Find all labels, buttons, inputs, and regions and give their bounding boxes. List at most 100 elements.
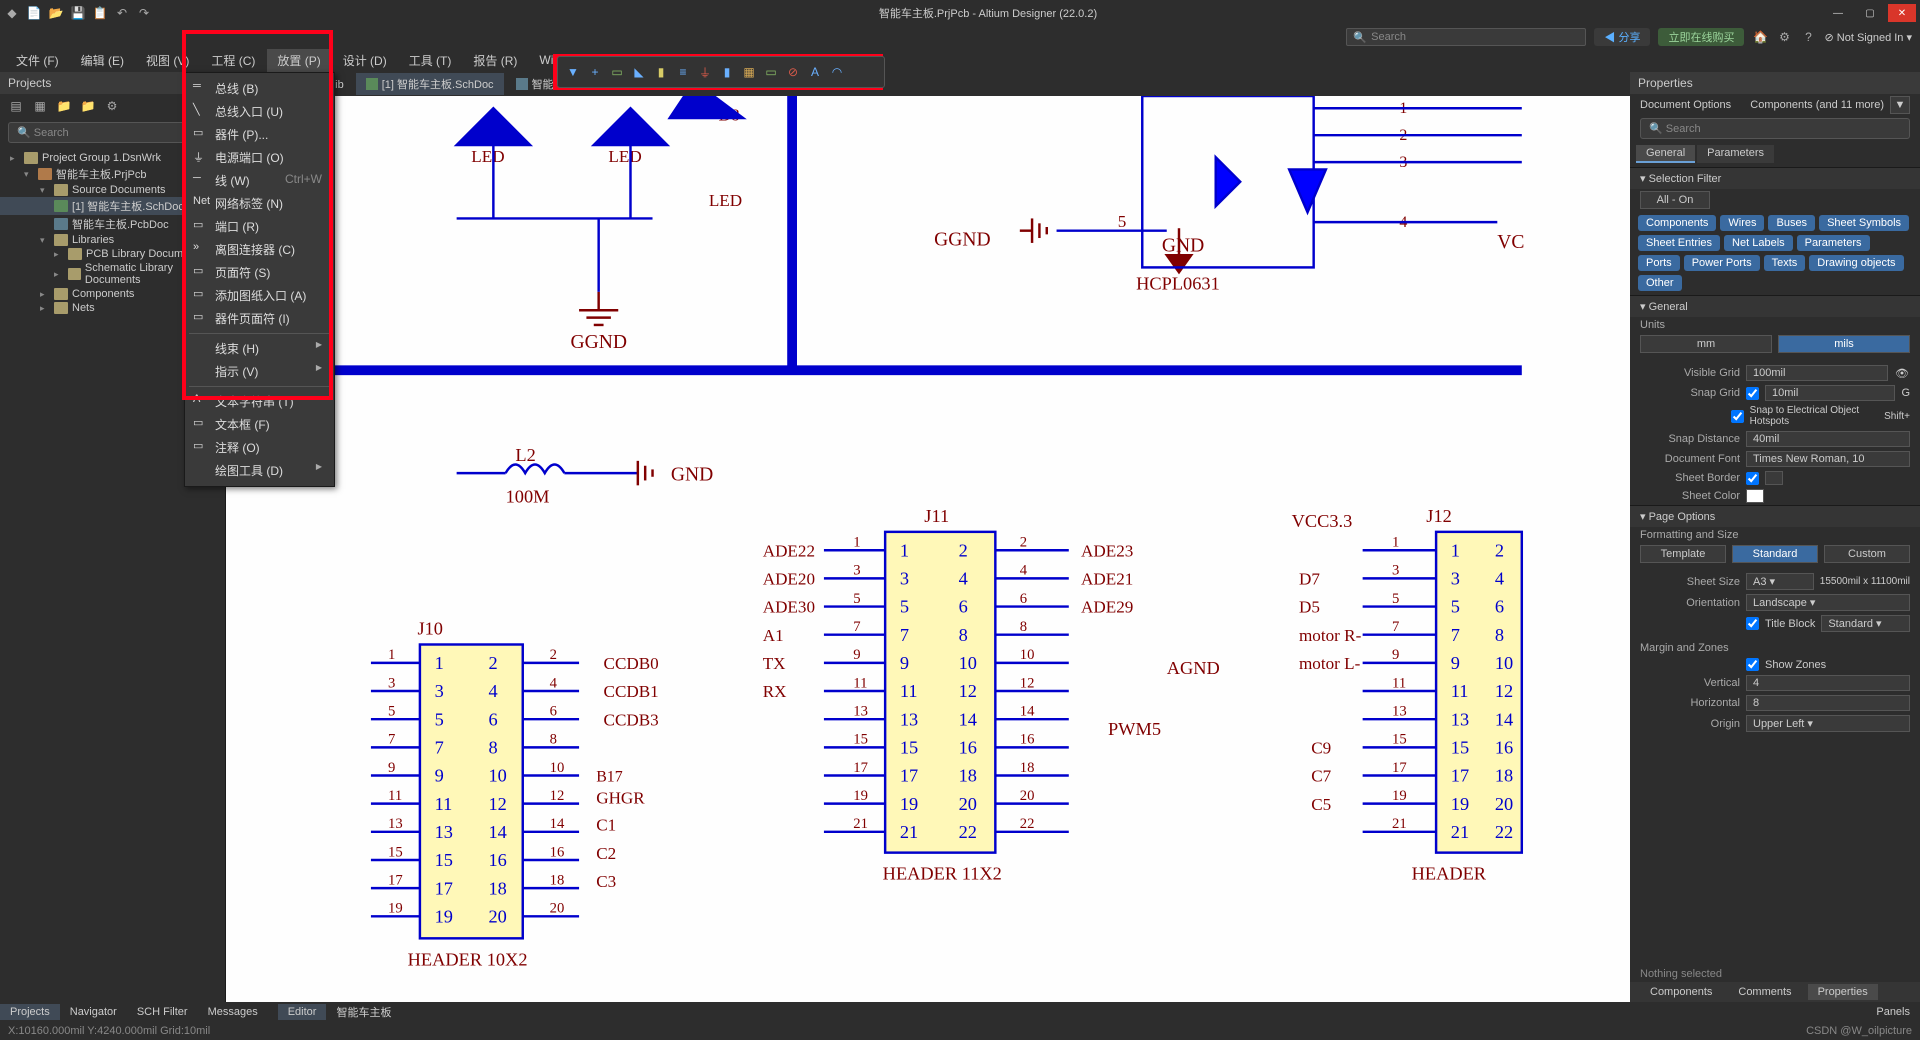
folder2-icon[interactable]: 📁 — [80, 98, 96, 114]
save-icon[interactable]: 💾 — [70, 5, 86, 21]
filter-chip[interactable]: Other — [1638, 275, 1682, 291]
menu-item[interactable]: »离图连接器 (C) — [185, 238, 334, 261]
menu-item[interactable]: ─线 (W)Ctrl+W — [185, 169, 334, 192]
tab-general[interactable]: General — [1636, 145, 1695, 163]
signin-status[interactable]: ⊘ Not Signed In ▾ — [1824, 31, 1912, 44]
menu-report[interactable]: 报告 (R) — [463, 49, 527, 72]
menu-item[interactable]: 线束 (H) — [185, 337, 334, 360]
noerc-icon[interactable]: ⊘ — [784, 63, 802, 81]
menu-item[interactable]: ═总线 (B) — [185, 77, 334, 100]
share-button[interactable]: ◀ 分享 — [1594, 28, 1650, 46]
global-search[interactable]: 🔍Search — [1346, 28, 1586, 46]
filter-chip[interactable]: Sheet Symbols — [1819, 215, 1909, 231]
sec-selfilter[interactable]: ▾ Selection Filter — [1630, 167, 1920, 189]
origin-field[interactable]: Upper Left ▾ — [1746, 715, 1910, 732]
menu-item[interactable]: A文本字符串 (T) — [185, 390, 334, 413]
sb-projects[interactable]: Projects — [0, 1004, 60, 1020]
undo-icon[interactable]: ↶ — [114, 5, 130, 21]
props-search[interactable]: 🔍 Search — [1640, 118, 1910, 139]
snap-grid-field[interactable]: 10mil — [1765, 385, 1895, 401]
menu-tools[interactable]: 工具 (T) — [399, 49, 462, 72]
buy-button[interactable]: 立即在线购买 — [1658, 28, 1744, 46]
maximize-button[interactable]: ▢ — [1856, 4, 1884, 22]
menu-item[interactable]: ⏚电源端口 (O) — [185, 146, 334, 169]
all-on-button[interactable]: All - On — [1640, 191, 1710, 209]
sec-general[interactable]: ▾ General — [1630, 295, 1920, 317]
sb-messages[interactable]: Messages — [198, 1004, 268, 1020]
filter-chip[interactable]: Buses — [1768, 215, 1815, 231]
plus-icon[interactable]: + — [586, 63, 604, 81]
bus-icon[interactable]: ≡ — [674, 63, 692, 81]
filter-toggle[interactable]: ▼ — [1890, 96, 1910, 114]
tab-params[interactable]: Parameters — [1697, 145, 1774, 163]
sheet-size-field[interactable]: A3 ▾ — [1746, 573, 1814, 590]
sec-pageopts[interactable]: ▾ Page Options — [1630, 505, 1920, 527]
menu-item[interactable]: ▭添加图纸入口 (A) — [185, 284, 334, 307]
cog-icon[interactable]: ⚙ — [104, 98, 120, 114]
sb-schfilter[interactable]: SCH Filter — [127, 1004, 198, 1020]
fmt-template[interactable]: Template — [1640, 545, 1726, 563]
units-mm[interactable]: mm — [1640, 335, 1772, 353]
sb-navigator[interactable]: Navigator — [60, 1004, 127, 1020]
filter-icon[interactable]: ▼ — [564, 63, 582, 81]
home-icon[interactable]: 🏠 — [1752, 29, 1768, 45]
sb-doc[interactable]: 智能车主板 — [326, 1002, 401, 1022]
menu-item[interactable]: ▭页面符 (S) — [185, 261, 334, 284]
filter-chip[interactable]: Net Labels — [1724, 235, 1793, 251]
sheet-icon[interactable]: ▭ — [762, 63, 780, 81]
snapelec-check[interactable] — [1731, 410, 1744, 423]
gear-icon[interactable]: ⚙ — [1776, 29, 1792, 45]
arc-icon[interactable]: ◠ — [828, 63, 846, 81]
vert-field[interactable]: 4 — [1746, 675, 1910, 691]
menu-view[interactable]: 视图 (V) — [136, 49, 199, 72]
doc-font-field[interactable]: Times New Roman, 10 — [1746, 451, 1910, 467]
menu-item[interactable]: ╲总线入口 (U) — [185, 100, 334, 123]
menu-item[interactable]: ▭器件 (P)... — [185, 123, 334, 146]
filter-chip[interactable]: Sheet Entries — [1638, 235, 1720, 251]
open-icon[interactable]: 📂 — [48, 5, 64, 21]
filter-chip[interactable]: Drawing objects — [1809, 255, 1903, 271]
filter-chip[interactable]: Components — [1638, 215, 1716, 231]
titleblk-check[interactable] — [1746, 617, 1759, 630]
schematic-canvas[interactable]: D6LED D7LED D8LED GGND GGND — [226, 96, 1630, 1002]
titleblk-field[interactable]: Standard ▾ — [1821, 615, 1910, 632]
menu-design[interactable]: 设计 (D) — [333, 49, 397, 72]
showzones-check[interactable] — [1746, 658, 1759, 671]
menu-project[interactable]: 工程 (C) — [201, 49, 265, 72]
menu-item[interactable]: 绘图工具 (D) — [185, 459, 334, 482]
power-icon[interactable]: ⏚ — [696, 63, 714, 81]
text-icon[interactable]: A — [806, 63, 824, 81]
new-icon[interactable]: 📄 — [26, 5, 42, 21]
label-icon[interactable]: ▮ — [652, 63, 670, 81]
copy-icon[interactable]: 📋 — [92, 5, 108, 21]
tree-icon[interactable]: ▦ — [32, 98, 48, 114]
sheet-color-swatch[interactable] — [1746, 489, 1764, 503]
rtab-components[interactable]: Components — [1640, 984, 1722, 1000]
menu-place[interactable]: 放置 (P) — [267, 49, 330, 72]
edge-icon[interactable]: ◣ — [630, 63, 648, 81]
sb-editor[interactable]: Editor — [278, 1004, 327, 1020]
units-mils[interactable]: mils — [1778, 335, 1910, 353]
filter-chip[interactable]: Power Ports — [1684, 255, 1760, 271]
menu-edit[interactable]: 编辑 (E) — [71, 49, 134, 72]
snapgrid-check[interactable] — [1746, 387, 1759, 400]
menu-file[interactable]: 文件 (F) — [6, 49, 69, 72]
refresh-icon[interactable]: ▤ — [8, 98, 24, 114]
rtab-comments[interactable]: Comments — [1728, 984, 1801, 1000]
menu-item[interactable]: Net网络标签 (N) — [185, 192, 334, 215]
sb-panels[interactable]: Panels — [1866, 1004, 1920, 1020]
help-icon[interactable]: ? — [1800, 29, 1816, 45]
filter-chip[interactable]: Parameters — [1797, 235, 1870, 251]
menu-item[interactable]: ▭端口 (R) — [185, 215, 334, 238]
orient-field[interactable]: Landscape ▾ — [1746, 594, 1910, 611]
part-icon[interactable]: ▦ — [740, 63, 758, 81]
fmt-standard[interactable]: Standard — [1732, 545, 1818, 563]
filter-chip[interactable]: Ports — [1638, 255, 1680, 271]
rect-icon[interactable]: ▭ — [608, 63, 626, 81]
minimize-button[interactable]: — — [1824, 4, 1852, 22]
menu-item[interactable]: ▭注释 (O) — [185, 436, 334, 459]
snap-dist-field[interactable]: 40mil — [1746, 431, 1910, 447]
filter-chip[interactable]: Texts — [1764, 255, 1806, 271]
menu-item[interactable]: ▭文本框 (F) — [185, 413, 334, 436]
redo-icon[interactable]: ↷ — [136, 5, 152, 21]
